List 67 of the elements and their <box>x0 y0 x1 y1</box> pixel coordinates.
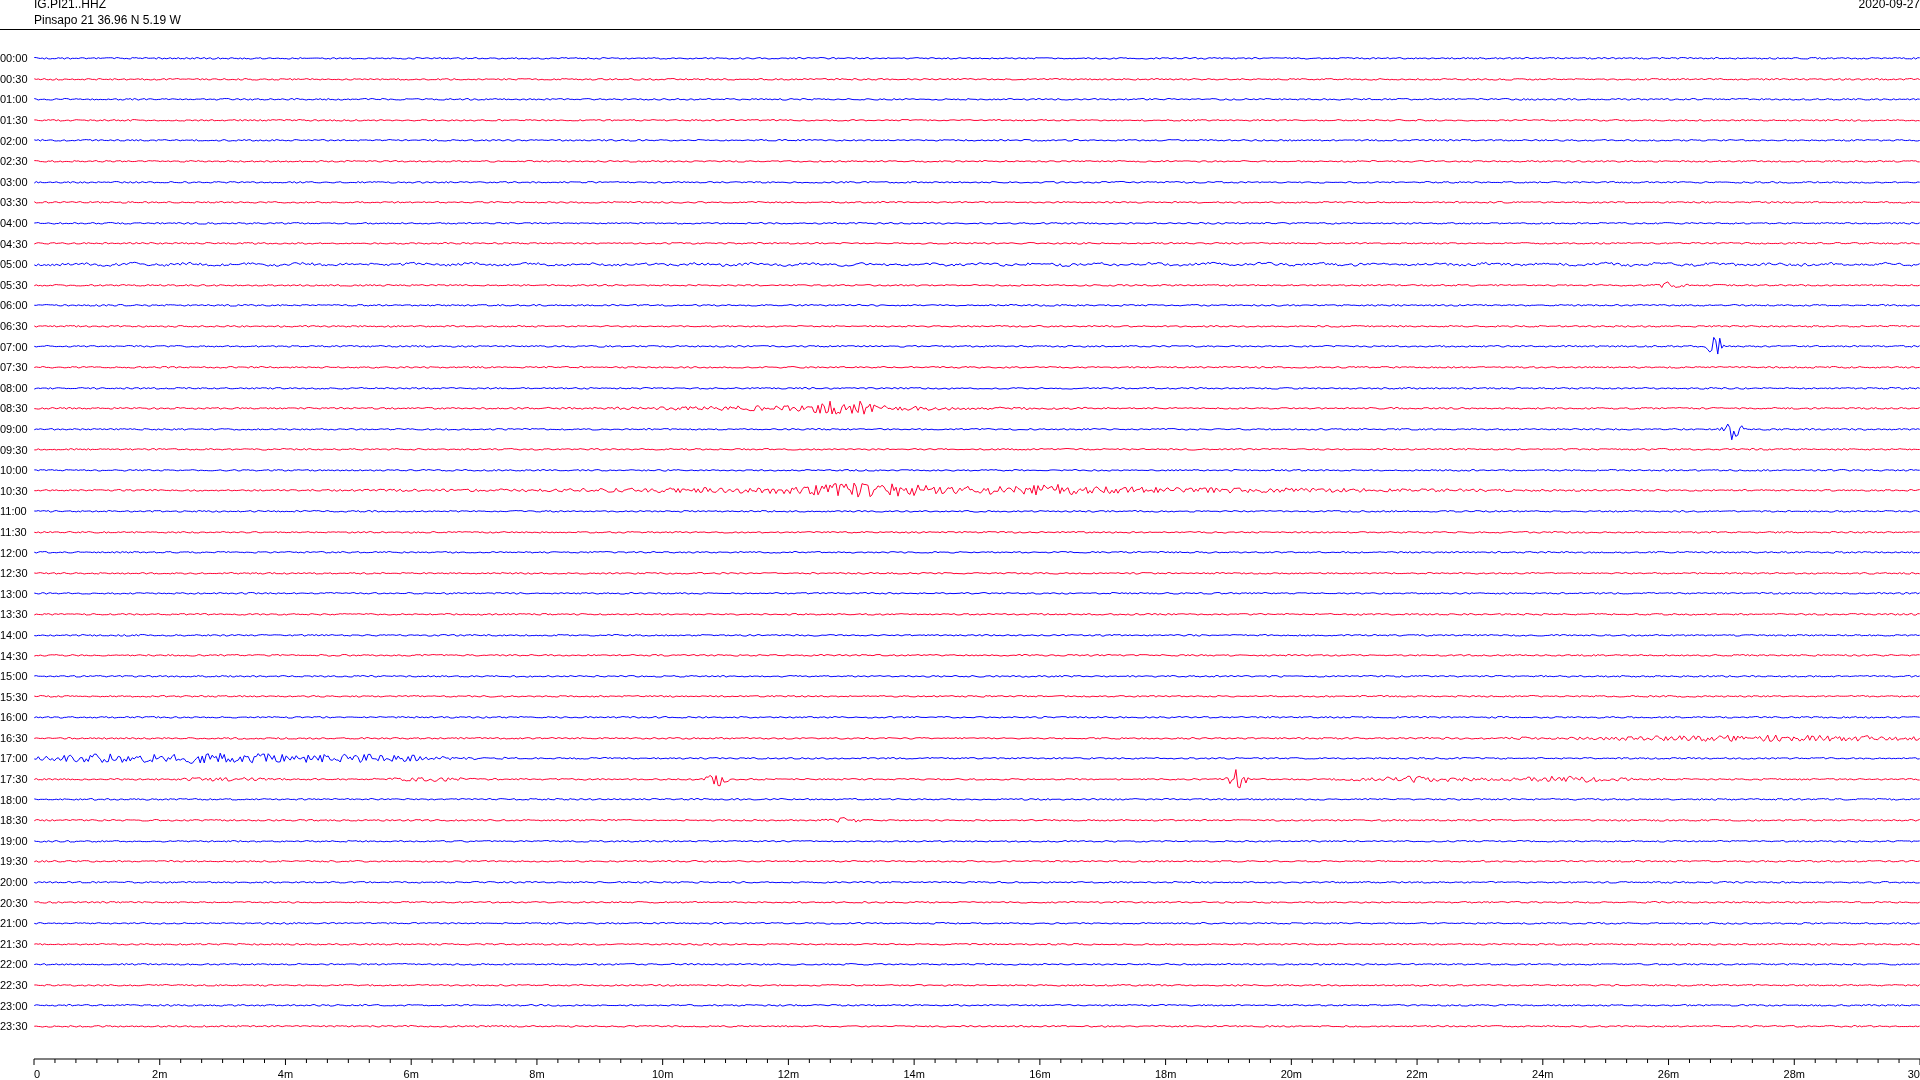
date-label: 2020-09-27 <box>1858 0 1920 11</box>
time-label: 23:30 <box>0 1020 29 1033</box>
time-label: 18:00 <box>0 793 29 806</box>
time-label: 21:30 <box>0 937 29 950</box>
time-label: 08:30 <box>0 402 29 415</box>
time-label: 13:00 <box>0 587 29 600</box>
time-label: 10:00 <box>0 464 29 477</box>
time-label: 12:00 <box>0 546 29 559</box>
time-label: 19:30 <box>0 855 29 868</box>
time-label: 00:00 <box>0 52 29 65</box>
time-label: 04:30 <box>0 237 29 250</box>
axis-label: 16m <box>1029 1067 1051 1080</box>
time-label: 00:30 <box>0 72 29 85</box>
axis-label: 30 <box>1907 1067 1920 1080</box>
time-label: 16:30 <box>0 731 29 744</box>
time-label: 11:00 <box>0 505 28 518</box>
axis-label: 24m <box>1532 1067 1554 1080</box>
time-label: 09:30 <box>0 443 29 456</box>
time-label: 14:00 <box>0 628 29 641</box>
axis-label: 14m <box>903 1067 925 1080</box>
time-label: 21:00 <box>0 917 29 930</box>
time-label: 23:00 <box>0 999 29 1012</box>
time-label: 07:00 <box>0 340 29 353</box>
time-label: 09:00 <box>0 423 29 435</box>
time-label: 22:30 <box>0 979 29 991</box>
time-label: 06:00 <box>0 299 29 312</box>
station-location: Pinsapo 21 36.96 N 5.19 W <box>34 13 181 27</box>
time-label: 11:30 <box>0 525 28 538</box>
time-label: 16:00 <box>0 711 29 724</box>
time-label: 12:30 <box>0 567 29 580</box>
axis-label: 18m <box>1154 1067 1177 1080</box>
time-label: 04:00 <box>0 217 29 230</box>
axis-label: 22m <box>1406 1067 1428 1080</box>
time-label: 05:30 <box>0 278 29 291</box>
time-label: 03:00 <box>0 175 29 188</box>
time-label: 15:00 <box>0 670 29 683</box>
time-label: 06:30 <box>0 320 29 332</box>
time-label: 17:30 <box>0 773 29 786</box>
axis-label: 10m <box>651 1067 674 1080</box>
axis-label: 28m <box>1783 1067 1805 1080</box>
time-label: 14:30 <box>0 649 29 662</box>
axis-label: 12m <box>777 1067 800 1080</box>
time-label: 03:30 <box>0 196 29 209</box>
axis-label: 0 <box>34 1067 41 1080</box>
time-label: 07:30 <box>0 361 29 374</box>
time-label: 01:00 <box>0 93 29 106</box>
time-label: 08:00 <box>0 381 29 394</box>
time-label: 10:30 <box>0 484 29 497</box>
time-label: 02:00 <box>0 134 29 147</box>
time-label: 01:30 <box>0 114 29 127</box>
time-label: 20:30 <box>0 896 29 909</box>
time-label: 22:00 <box>0 958 29 971</box>
station-code: IG.PI21..HHZ <box>34 0 107 11</box>
axis-label: 2m <box>152 1067 168 1080</box>
time-label: 20:00 <box>0 876 29 889</box>
time-label: 19:00 <box>0 834 29 847</box>
time-label: 13:30 <box>0 608 29 621</box>
time-label: 18:30 <box>0 814 29 827</box>
time-label: 02:30 <box>0 155 29 168</box>
axis-label: 20m <box>1280 1067 1303 1080</box>
axis-label: 6m <box>403 1067 419 1080</box>
time-label: 15:30 <box>0 690 29 703</box>
time-label: 05:00 <box>0 258 29 271</box>
axis-label: 26m <box>1657 1067 1680 1080</box>
axis-label: 8m <box>529 1067 545 1080</box>
axis-label: 4m <box>277 1067 294 1080</box>
time-label: 17:00 <box>0 752 29 765</box>
